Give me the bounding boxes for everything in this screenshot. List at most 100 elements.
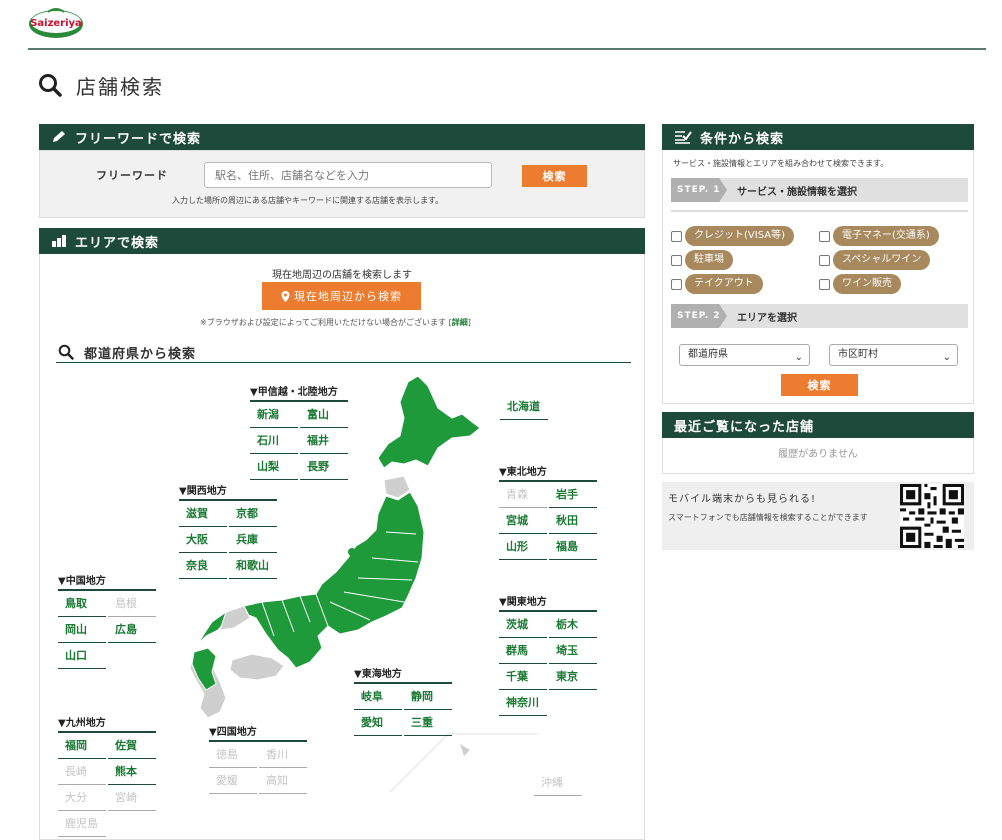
pref-kanto-3[interactable]: 埼玉 (549, 638, 597, 664)
pref-tokai-3[interactable]: 三重 (404, 710, 452, 736)
pref-kyushu-2: 長崎 (58, 759, 106, 785)
saizeriya-logo[interactable]: Saizeriya (28, 6, 84, 40)
free-word-note: 入力した場所の周辺にある店舗やキーワードに関連する店舗を表示します。 (172, 196, 444, 205)
pencil-icon (53, 131, 65, 142)
pref-koshinetsu-1[interactable]: 富山 (300, 402, 348, 428)
pref-tohoku-2[interactable]: 宮城 (499, 508, 547, 534)
region-tohoku: ▼東北地方 青森 岩手 宮城 秋田 山形 福島 (499, 463, 597, 560)
pref-chugoku-4[interactable]: 山口 (58, 643, 106, 669)
current-location-button[interactable]: 現在地周辺から検索 (262, 282, 421, 310)
pref-shikoku-1: 香川 (259, 742, 307, 768)
checklist-icon (675, 131, 692, 144)
detail-link[interactable]: 詳細 (452, 318, 468, 327)
pref-kanto-0[interactable]: 茨城 (499, 612, 547, 638)
chevron-down-icon: ⌄ (794, 352, 803, 363)
pref-tohoku-0: 青森 (499, 482, 547, 508)
conditions-heading: 条件から検索 (700, 131, 785, 147)
pref-kansai-4[interactable]: 奈良 (179, 553, 227, 579)
option-emoney[interactable]: 電子マネー(交通系) (819, 226, 939, 246)
pref-kanto-2[interactable]: 群馬 (499, 638, 547, 664)
pref-chugoku-2[interactable]: 岡山 (58, 617, 106, 643)
pref-chugoku-1: 島根 (108, 591, 156, 617)
svg-text:Saizeriya: Saizeriya (30, 18, 82, 29)
recent-panel-header: 最近ご覧になった店舗 (662, 412, 974, 438)
pref-tohoku-5[interactable]: 福島 (549, 534, 597, 560)
search-icon (58, 344, 74, 360)
region-okinawa: 沖縄 (534, 770, 582, 796)
pref-tohoku-1[interactable]: 岩手 (549, 482, 597, 508)
option-special-wine[interactable]: スペシャルワイン (819, 250, 931, 270)
pref-okinawa-0: 沖縄 (534, 770, 582, 796)
pref-tokai-2[interactable]: 愛知 (354, 710, 402, 736)
pref-koshinetsu-4[interactable]: 山梨 (250, 454, 298, 480)
page-title: 店舗検索 (76, 74, 164, 99)
pref-kyushu-0[interactable]: 福岡 (58, 733, 106, 759)
map-shimane[interactable] (219, 605, 251, 631)
conditions-panel-header: 条件から検索 (662, 124, 974, 150)
pref-shikoku-3: 高知 (259, 768, 307, 794)
building-icon (52, 235, 66, 247)
city-select[interactable]: 市区町村 ⌄ (829, 344, 958, 366)
mobile-title: モバイル端末からも見られる! (668, 494, 817, 505)
map-hokkaido[interactable] (377, 375, 481, 469)
free-word-search-button[interactable]: 検索 (522, 165, 587, 187)
mobile-panel: モバイル端末からも見られる! スマートフォンでも店舗情報を検索することができます (662, 482, 974, 550)
pref-kansai-1[interactable]: 京都 (229, 501, 277, 527)
current-location-note: ※ブラウザおよび設定によってご利用いただけない場合がございます [詳細] (200, 318, 471, 327)
region-kyushu: ▼九州地方 福岡 佐賀 長崎 熊本 大分 宮崎 鹿児島 (58, 714, 156, 837)
pref-kanto-5[interactable]: 東京 (549, 664, 597, 690)
region-hokkaido: 北海道 (500, 394, 548, 420)
map-okinawa[interactable] (460, 744, 470, 756)
map-shikoku[interactable] (229, 653, 285, 681)
pref-chugoku-0[interactable]: 鳥取 (58, 591, 106, 617)
option-credit[interactable]: クレジット(VISA等) (671, 226, 794, 246)
pref-koshinetsu-2[interactable]: 石川 (250, 428, 298, 454)
pref-select[interactable]: 都道府県 ⌄ (679, 344, 810, 366)
pref-tohoku-4[interactable]: 山形 (499, 534, 547, 560)
pref-tokai-0[interactable]: 岐阜 (354, 684, 402, 710)
conditions-search-button[interactable]: 検索 (781, 374, 858, 396)
qr-code-icon (900, 484, 964, 548)
region-shikoku: ▼四国地方 徳島 香川 愛媛 高知 (209, 723, 307, 794)
pref-koshinetsu-0[interactable]: 新潟 (250, 402, 298, 428)
pref-kansai-5[interactable]: 和歌山 (229, 553, 277, 579)
pref-kyushu-4: 大分 (58, 785, 106, 811)
pref-kansai-2[interactable]: 大阪 (179, 527, 227, 553)
current-location-button-label: 現在地周辺から検索 (294, 290, 402, 303)
region-koshinetsu: ▼甲信越・北陸地方 新潟 富山 石川 福井 山梨 長野 (250, 383, 348, 480)
search-icon (39, 74, 62, 97)
pref-tokai-1[interactable]: 静岡 (404, 684, 452, 710)
conditions-panel: サービス・施設情報とエリアを組み合わせて検索できます。 STEP. 1 サービス… (662, 150, 974, 404)
free-word-heading: フリーワードで検索 (75, 131, 202, 147)
pref-hokkaido-0[interactable]: 北海道 (500, 394, 548, 420)
option-takeout[interactable]: テイクアウト (671, 274, 763, 294)
page-title-area: 店舗検索 (38, 70, 164, 100)
pref-shikoku-0: 徳島 (209, 742, 257, 768)
map-kyushu-north[interactable] (191, 647, 217, 691)
pref-kanto-6[interactable]: 神奈川 (499, 690, 547, 716)
recent-heading: 最近ご覧になった店舗 (674, 419, 815, 435)
recent-empty: 履歴がありません (662, 438, 974, 474)
pref-kyushu-5: 宮崎 (108, 785, 156, 811)
pref-kyushu-3[interactable]: 熊本 (108, 759, 156, 785)
pref-kansai-0[interactable]: 滋賀 (179, 501, 227, 527)
pref-kyushu-6: 鹿児島 (58, 811, 106, 837)
conditions-desc: サービス・施設情報とエリアを組み合わせて検索できます。 (673, 159, 889, 168)
option-wine-sale[interactable]: ワイン販売 (819, 274, 901, 294)
free-word-panel-header: フリーワードで検索 (39, 124, 645, 150)
pref-koshinetsu-5[interactable]: 長野 (300, 454, 348, 480)
pref-kanto-1[interactable]: 栃木 (549, 612, 597, 638)
free-word-input[interactable] (204, 162, 492, 188)
pref-kansai-3[interactable]: 兵庫 (229, 527, 277, 553)
pref-kyushu-1[interactable]: 佐賀 (108, 733, 156, 759)
pref-chugoku-3[interactable]: 広島 (108, 617, 156, 643)
option-parking[interactable]: 駐車場 (671, 250, 733, 270)
chevron-down-icon: ⌄ (942, 352, 951, 363)
region-kansai: ▼関西地方 滋賀 京都 大阪 兵庫 奈良 和歌山 (179, 482, 277, 579)
step1-bar: STEP. 1 サービス・施設情報を選択 (671, 178, 968, 202)
pref-search-heading: 都道府県から検索 (56, 342, 631, 363)
pref-koshinetsu-3[interactable]: 福井 (300, 428, 348, 454)
pref-kanto-4[interactable]: 千葉 (499, 664, 547, 690)
mobile-desc: スマートフォンでも店舗情報を検索することができます (668, 513, 868, 522)
pref-tohoku-3[interactable]: 秋田 (549, 508, 597, 534)
